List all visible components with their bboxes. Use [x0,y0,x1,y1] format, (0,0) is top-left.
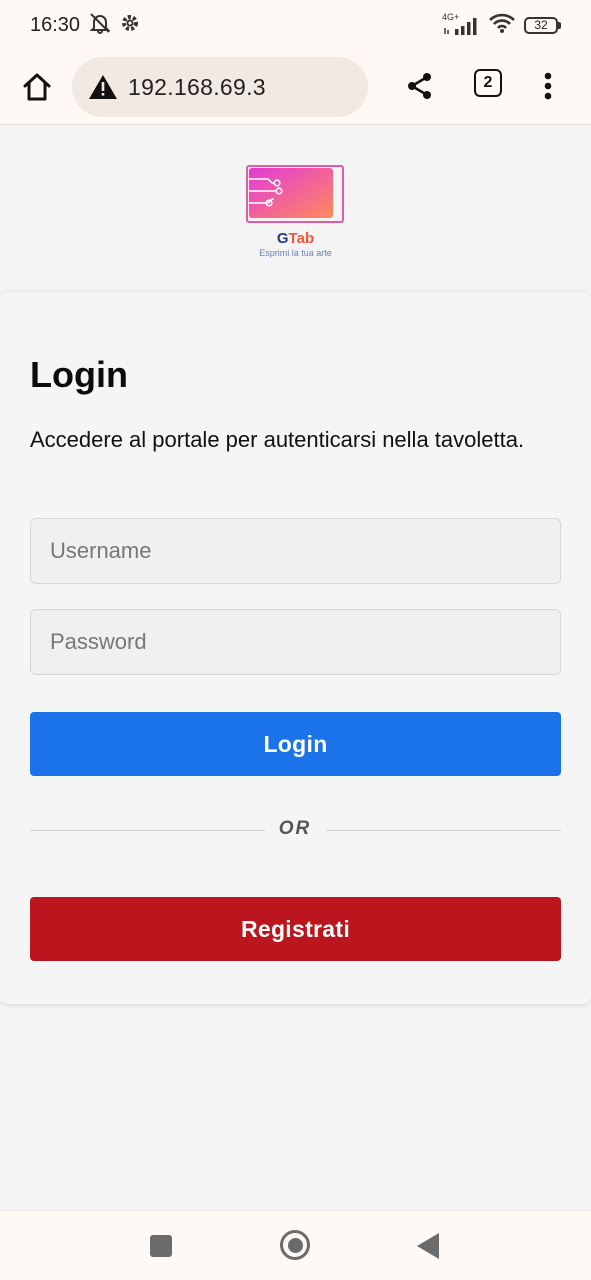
navigation-bar [0,1210,591,1280]
logo-area: GTab Esprimi la tua arte [0,126,591,291]
home-nav-button[interactable] [280,1230,310,1260]
status-bar: 16:30 4G+ 32 [0,0,591,50]
wifi-icon [488,12,516,39]
divider-text: OR [278,818,312,839]
notifications-muted-icon [88,12,112,39]
login-button[interactable]: Login [30,712,561,776]
logo-name-part1: G [276,230,289,247]
battery-icon: 32 [524,16,561,34]
home-icon [23,73,51,101]
gtab-logo [246,165,344,225]
browser-toolbar: 192.168.69.3 2 [0,50,591,125]
cellular-signal-icon: 4G+ [442,13,480,35]
register-button[interactable]: Registrati [30,897,561,961]
username-input[interactable] [30,518,561,584]
share-button[interactable] [402,68,438,104]
settings-gear-icon [120,13,140,38]
tab-switcher-button[interactable]: 2 [474,69,502,97]
login-description: Accedere al portale per autenticarsi nel… [30,427,525,452]
divider-line-right [326,830,561,831]
address-bar[interactable]: 192.168.69.3 [72,57,368,117]
back-button[interactable] [417,1233,439,1259]
recent-apps-button[interactable] [150,1235,172,1257]
more-menu-button[interactable] [532,68,564,104]
page-title: Login [30,354,128,395]
logo-tagline: Esprimi la tua arte [259,248,332,258]
warning-icon [89,75,117,99]
login-card: Login Accedere al portale per autenticar… [0,292,591,1004]
url-text: 192.168.69.3 [128,73,266,100]
logo-name: GTab [0,230,591,247]
logo-name-part2: Tab [288,230,315,247]
share-icon [408,73,431,99]
home-button[interactable] [18,68,56,106]
battery-level: 32 [524,16,558,34]
or-divider: OR [30,818,561,842]
status-time: 16:30 [30,13,81,36]
password-input[interactable] [30,609,561,675]
divider-line-left [30,830,265,831]
more-vertical-icon [544,72,552,100]
